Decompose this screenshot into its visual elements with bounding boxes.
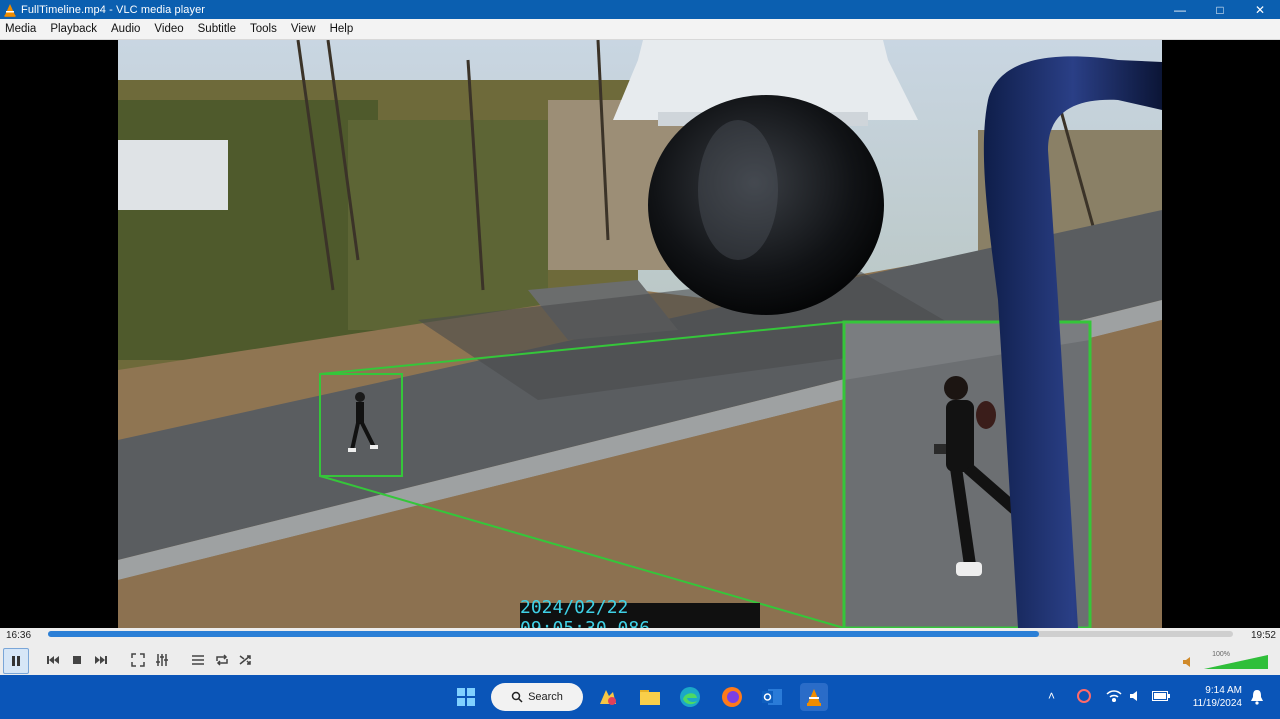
previous-button[interactable]: [42, 649, 64, 671]
clock-date: 11/19/2024: [1192, 698, 1242, 709]
volume-control[interactable]: 100%: [1182, 651, 1272, 671]
seek-slider[interactable]: [48, 631, 1233, 637]
menu-view[interactable]: View: [286, 23, 322, 35]
loop-button[interactable]: [211, 649, 233, 671]
wifi-icon[interactable]: [1106, 690, 1122, 702]
total-time[interactable]: 19:52: [1251, 630, 1276, 641]
taskbar-outlook[interactable]: [758, 683, 786, 711]
elapsed-time: 16:36: [6, 630, 32, 641]
menu-video[interactable]: Video: [149, 23, 189, 35]
window-title: FullTimeline.mp4 - VLC media player: [21, 3, 206, 16]
edge-icon: [680, 687, 700, 707]
taskbar-search[interactable]: Search: [491, 683, 583, 711]
title-bar: FullTimeline.mp4 - VLC media player — □ …: [0, 0, 1280, 19]
vlc-logo-icon: [4, 3, 16, 17]
security-camera-scene: [118, 40, 1162, 628]
menu-playback[interactable]: Playback: [45, 23, 103, 35]
taskbar-firefox[interactable]: [718, 683, 746, 711]
menu-media[interactable]: Media: [0, 23, 42, 35]
menu-tools[interactable]: Tools: [245, 23, 283, 35]
start-icon: [457, 688, 475, 706]
next-button[interactable]: [90, 649, 112, 671]
battery-icon[interactable]: [1152, 691, 1170, 701]
control-bar: 100%: [0, 645, 1280, 675]
menu-bar: Media Playback Audio Video Subtitle Tool…: [0, 19, 1280, 40]
vlc-icon: [807, 689, 821, 706]
extended-settings-button[interactable]: [151, 649, 173, 671]
search-icon: [511, 691, 523, 703]
video-frame: [118, 40, 1162, 628]
taskbar-clock[interactable]: 9:14 AM 11/19/2024: [1193, 684, 1242, 710]
fullscreen-icon: [131, 653, 145, 667]
fullscreen-button[interactable]: [127, 649, 149, 671]
previous-icon: [47, 656, 59, 664]
playlist-button[interactable]: [187, 649, 209, 671]
firefox-icon: [722, 687, 742, 707]
menu-help[interactable]: Help: [325, 23, 360, 35]
speaker-icon[interactable]: [1182, 656, 1196, 668]
play-pause-button[interactable]: [3, 648, 29, 674]
extended-settings-icon: [156, 654, 168, 666]
windows-taskbar: Search ˄ 9:14 AM 11/19/2024: [0, 675, 1280, 719]
next-icon: [95, 656, 107, 664]
pause-icon: [12, 656, 20, 666]
taskbar-file-explorer[interactable]: [636, 683, 664, 711]
close-button[interactable]: ✕: [1240, 0, 1280, 19]
taskbar-vlc[interactable]: [800, 683, 828, 711]
sync-icon[interactable]: [1076, 688, 1092, 704]
seek-progress: [48, 631, 1039, 637]
stop-button[interactable]: [66, 649, 88, 671]
outlook-icon: [762, 689, 782, 705]
playlist-icon: [192, 655, 204, 665]
seek-bar-row: 16:36 19:52: [0, 628, 1280, 645]
search-label: Search: [528, 691, 563, 703]
menu-subtitle[interactable]: Subtitle: [193, 23, 242, 35]
video-timestamp-overlay: 2024/02/22 09:05:30.086: [520, 597, 760, 628]
clock-time: 9:14 AM: [1205, 685, 1242, 696]
volume-tray-icon[interactable]: [1129, 690, 1143, 702]
maximize-button[interactable]: □: [1200, 0, 1240, 19]
minimize-button[interactable]: —: [1160, 0, 1200, 19]
loop-icon: [216, 654, 228, 666]
shuffle-button[interactable]: [235, 649, 257, 671]
tray-overflow-icon[interactable]: ˄: [1048, 689, 1055, 703]
file-explorer-icon: [640, 690, 660, 705]
video-area[interactable]: 2024/02/22 09:05:30.086: [0, 40, 1280, 628]
stop-icon: [73, 656, 81, 664]
menu-audio[interactable]: Audio: [106, 23, 146, 35]
start-button[interactable]: [452, 683, 480, 711]
shuffle-icon: [239, 655, 251, 665]
taskbar-widgets[interactable]: [594, 683, 622, 711]
volume-slider[interactable]: [1204, 655, 1268, 669]
widgets-icon: [600, 690, 616, 705]
notification-bell-icon[interactable]: [1250, 689, 1264, 705]
taskbar-edge[interactable]: [676, 683, 704, 711]
